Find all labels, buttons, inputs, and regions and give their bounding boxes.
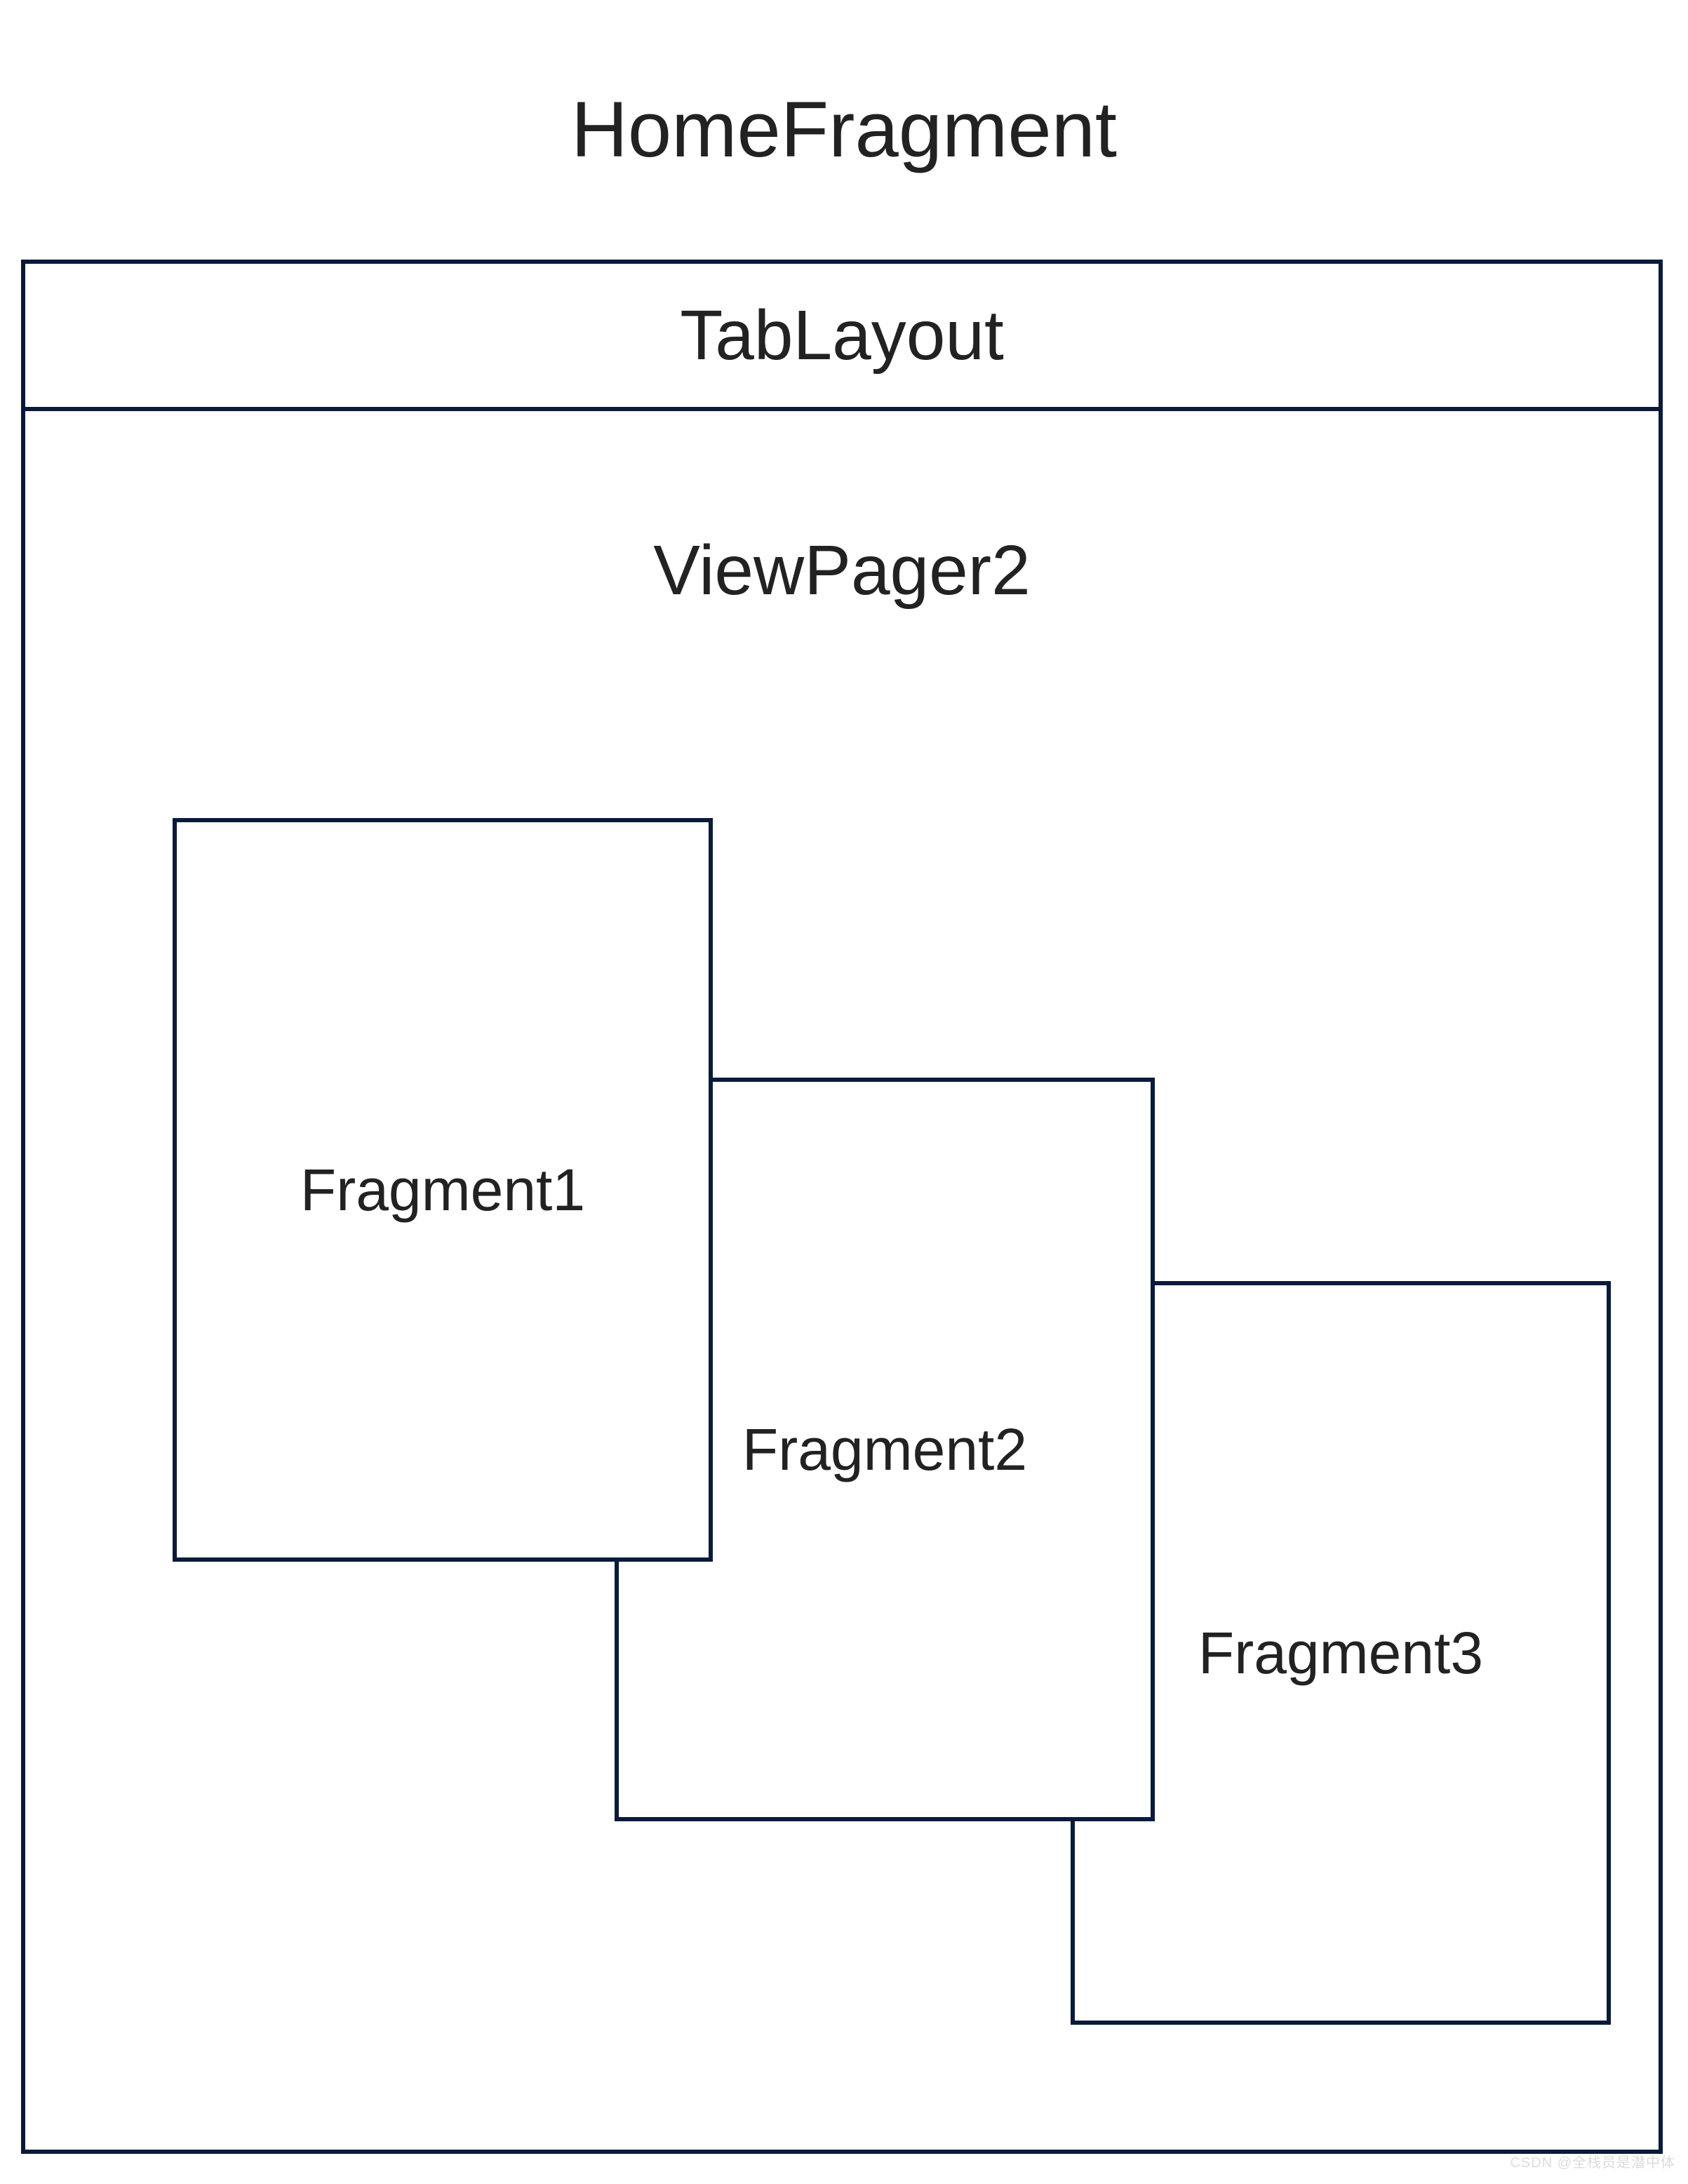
viewpager-label: ViewPager2 [25,530,1659,611]
watermark-text: CSDN @全栈员是潜中体 [1510,2151,1675,2171]
fragment1-box: Fragment1 [173,818,713,1562]
tablayout-bar: TabLayout [25,264,1659,411]
fragment1-label: Fragment1 [300,1156,585,1224]
page-title: HomeFragment [0,84,1688,175]
fragment2-label: Fragment2 [742,1416,1027,1484]
fragment3-label: Fragment3 [1198,1619,1483,1687]
tablayout-label: TabLayout [680,295,1003,376]
homefragment-container: TabLayout ViewPager2 Fragment1 Fragment2… [21,260,1663,2154]
